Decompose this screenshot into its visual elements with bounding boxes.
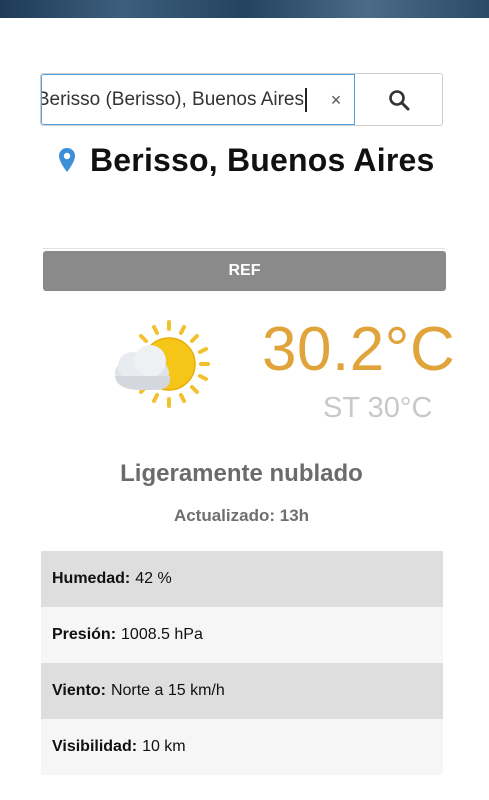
ref-bar-label: REF bbox=[228, 262, 261, 279]
detail-value: 1008.5 hPa bbox=[121, 626, 203, 643]
updated-time: Actualizado: 13h bbox=[173, 506, 310, 525]
detail-label: Presión: bbox=[52, 626, 117, 643]
search-bar: Berisso (Berisso), Buenos Aires × bbox=[40, 73, 443, 126]
temperature: 30.2°C bbox=[262, 315, 456, 384]
detail-row-humidity: Humedad: 42 % bbox=[41, 551, 443, 607]
detail-row-pressure: Presión: 1008.5 hPa bbox=[41, 607, 443, 663]
partly-cloudy-sun-icon bbox=[115, 320, 210, 408]
search-button[interactable] bbox=[355, 74, 443, 125]
text-caret bbox=[305, 88, 307, 112]
feels-like-temperature: ST 30°C bbox=[323, 392, 433, 424]
detail-label: Viento: bbox=[52, 682, 106, 699]
location-header: Berisso, Buenos Aires bbox=[58, 140, 434, 180]
detail-value: 42 % bbox=[135, 570, 172, 587]
detail-label: Visibilidad: bbox=[52, 738, 138, 755]
detail-value: Norte a 15 km/h bbox=[110, 682, 225, 699]
detail-row-wind: Viento: Norte a 15 km/h bbox=[41, 663, 443, 719]
divider bbox=[43, 248, 445, 249]
weather-details-table: Humedad: 42 % Presión: 1008.5 hPa Viento… bbox=[41, 551, 443, 775]
detail-value: 10 km bbox=[142, 738, 186, 755]
detail-row-visibility: Visibilidad: 10 km bbox=[41, 719, 443, 775]
search-input-value[interactable]: Berisso (Berisso), Buenos Aires bbox=[42, 89, 304, 111]
map-pin-icon bbox=[59, 148, 75, 172]
ref-bar[interactable]: REF bbox=[43, 251, 446, 291]
detail-label: Humedad: bbox=[52, 570, 131, 587]
weather-condition: Ligeramente nublado bbox=[120, 460, 363, 487]
clear-search-button[interactable]: × bbox=[322, 88, 350, 112]
top-image-strip bbox=[0, 0, 489, 18]
location-name: Berisso, Buenos Aires bbox=[90, 141, 435, 178]
search-input[interactable]: Berisso (Berisso), Buenos Aires × bbox=[41, 74, 355, 125]
search-icon bbox=[389, 89, 410, 110]
